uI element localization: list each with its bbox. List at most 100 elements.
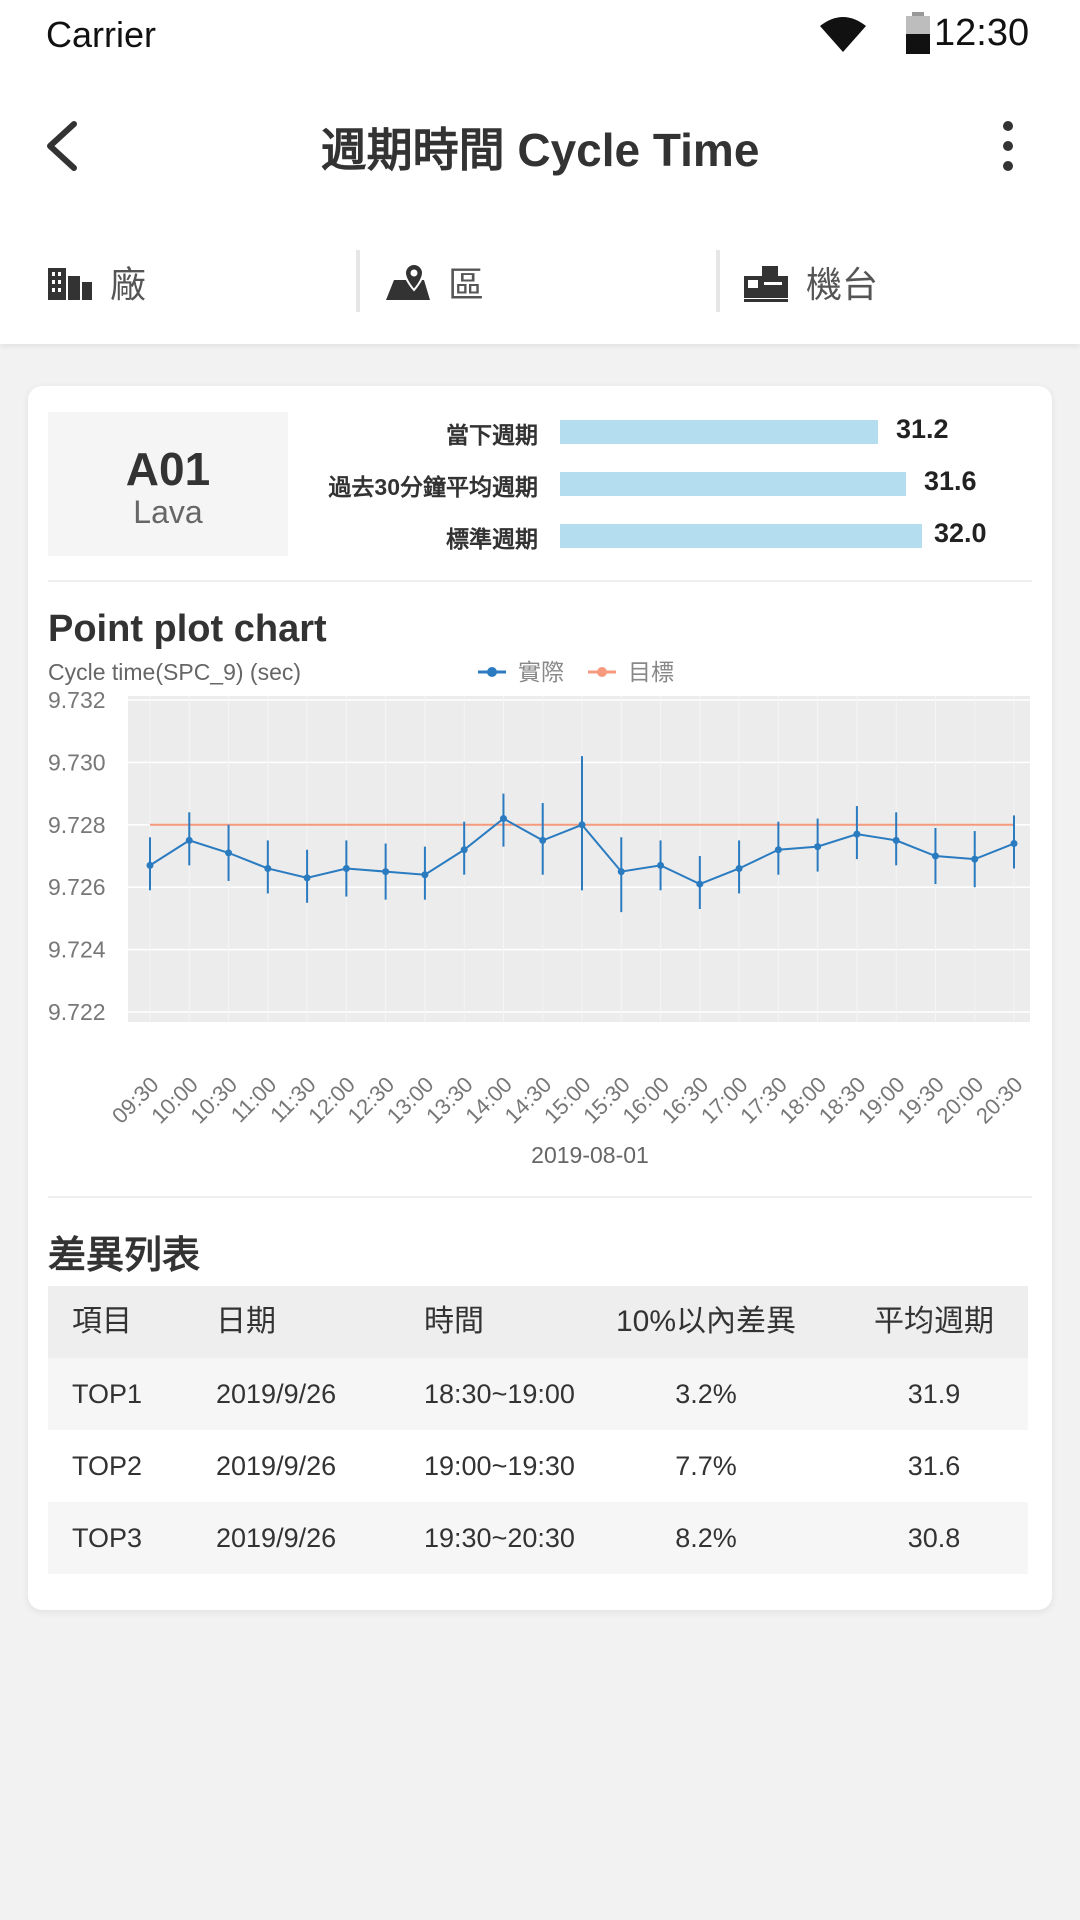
legend-label-target: 目標 <box>628 659 674 685</box>
header-diff: 10%以內差異 <box>615 1305 797 1338</box>
location-pin-icon <box>386 262 430 300</box>
x-tick-label: 10:30 <box>185 1072 242 1129</box>
data-point <box>460 846 468 854</box>
clock: 12:30 <box>934 12 1030 54</box>
data-point <box>382 868 390 876</box>
cell-time: 18:30~19:00 <box>424 1379 575 1409</box>
page-title: 週期時間 Cycle Time <box>320 124 760 176</box>
data-point <box>225 849 233 857</box>
data-point <box>421 871 429 879</box>
table-row[interactable]: TOP2 2019/9/26 19:00~19:30 7.7% 31.6 <box>48 1430 1028 1502</box>
y-tick-label: 9.726 <box>48 874 106 900</box>
cell-time: 19:30~20:30 <box>424 1523 575 1553</box>
data-point <box>892 836 900 844</box>
data-point <box>1010 840 1018 848</box>
metric-standard: 標準週期 32.0 <box>288 516 1048 556</box>
metric-label: 標準週期 <box>446 526 538 552</box>
cell-date: 2019/9/26 <box>216 1523 337 1553</box>
chart-title: Point plot chart <box>48 608 327 650</box>
metric-value: 32.0 <box>934 518 987 548</box>
data-point <box>264 864 272 872</box>
machine-box: A01 Lava <box>48 412 288 556</box>
y-tick-label: 9.732 <box>48 687 106 713</box>
data-point <box>499 815 507 823</box>
cell-date: 2019/9/26 <box>216 1379 337 1409</box>
table-row[interactable]: TOP3 2019/9/26 19:30~20:30 8.2% 30.8 <box>48 1502 1028 1574</box>
more-options-icon[interactable] <box>996 116 1020 176</box>
x-tick-label: 20:30 <box>971 1072 1028 1129</box>
cell-item: TOP2 <box>72 1451 143 1481</box>
x-axis-title: 2019-08-01 <box>531 1142 649 1168</box>
point-plot-chart: Cycle time(SPC_9) (sec) 實際 目標 9.722 9.724… <box>48 659 1030 1025</box>
cell-item: TOP3 <box>72 1523 143 1553</box>
cell-avg: 31.9 <box>907 1379 961 1409</box>
data-point <box>735 864 743 872</box>
y-tick-label: 9.728 <box>48 812 106 838</box>
metric-label: 當下週期 <box>446 422 538 448</box>
section-divider <box>48 1196 1032 1198</box>
data-point <box>578 821 586 829</box>
data-point <box>931 852 939 860</box>
y-tick-label: 9.722 <box>48 999 106 1025</box>
filter-area-label: 區 <box>448 264 485 305</box>
carrier-label: Carrier <box>46 14 157 55</box>
legend-marker-actual <box>487 667 497 677</box>
data-point <box>539 836 547 844</box>
data-point <box>853 830 861 838</box>
filter-divider <box>716 250 720 312</box>
y-axis-label: Cycle time(SPC_9) (sec) <box>48 659 301 685</box>
table-header: 項目 日期 時間 10%以內差異 平均週期 <box>48 1286 1028 1358</box>
chart-legend: 實際 目標 <box>478 659 674 685</box>
metric-current: 當下週期 31.2 <box>288 412 1048 452</box>
data-point <box>774 846 782 854</box>
building-icon <box>48 268 92 300</box>
diff-table: 項目 日期 時間 10%以內差異 平均週期 TOP1 2019/9/26 18:… <box>48 1286 1028 1574</box>
header-item: 項目 <box>72 1305 132 1338</box>
cell-diff: 8.2% <box>675 1523 737 1553</box>
table-row[interactable]: TOP1 2019/9/26 18:30~19:00 3.2% 31.9 <box>48 1358 1028 1430</box>
metric-avg-30min: 過去30分鐘平均週期 31.6 <box>288 464 1048 504</box>
metric-bar <box>560 420 878 444</box>
data-point <box>617 868 625 876</box>
data-point <box>303 874 311 882</box>
machine-code: A01 <box>125 443 211 495</box>
wifi-icon <box>820 17 866 52</box>
y-tick-label: 9.730 <box>48 749 106 775</box>
cell-date: 2019/9/26 <box>216 1451 337 1481</box>
machine-name: Lava <box>133 494 203 530</box>
app-bar: 週期時間 Cycle Time <box>0 70 1080 220</box>
header-avg: 平均週期 <box>874 1305 994 1338</box>
metric-value: 31.2 <box>896 414 949 444</box>
machine-card: A01 Lava 當下週期 31.2 過去30分鐘平均週期 31.6 標準週期 … <box>28 386 1052 1610</box>
x-tick-label: 11:00 <box>226 1072 281 1127</box>
filter-machine[interactable]: 機台 <box>742 220 878 344</box>
cell-time: 19:00~19:30 <box>424 1451 575 1481</box>
section-divider <box>48 580 1032 582</box>
cell-avg: 31.6 <box>907 1451 961 1481</box>
status-bar: Carrier 12:30 <box>0 0 1080 70</box>
legend-marker-target <box>597 667 607 677</box>
data-point <box>696 880 704 888</box>
filter-factory[interactable]: 廠 <box>46 220 146 344</box>
y-tick-label: 9.724 <box>48 937 106 963</box>
data-point <box>971 855 979 863</box>
header-time: 時間 <box>424 1305 484 1338</box>
data-point <box>814 843 822 851</box>
cell-avg: 30.8 <box>907 1523 961 1553</box>
data-point <box>185 836 193 844</box>
filter-factory-label: 廠 <box>110 264 147 305</box>
filter-area[interactable]: 區 <box>384 220 484 344</box>
machine-icon <box>744 266 788 302</box>
cell-diff: 3.2% <box>675 1379 737 1409</box>
legend-label-actual: 實際 <box>518 659 564 685</box>
cell-item: TOP1 <box>72 1379 143 1409</box>
filter-bar: 廠 區 機台 <box>0 220 1080 344</box>
data-point <box>657 861 665 869</box>
header-date: 日期 <box>216 1305 276 1338</box>
data-point <box>146 861 154 869</box>
metric-label: 過去30分鐘平均週期 <box>328 474 538 500</box>
filter-divider <box>356 250 360 312</box>
plot-area <box>128 696 1030 1022</box>
filter-machine-label: 機台 <box>806 264 879 305</box>
diff-list-title: 差異列表 <box>48 1235 201 1277</box>
